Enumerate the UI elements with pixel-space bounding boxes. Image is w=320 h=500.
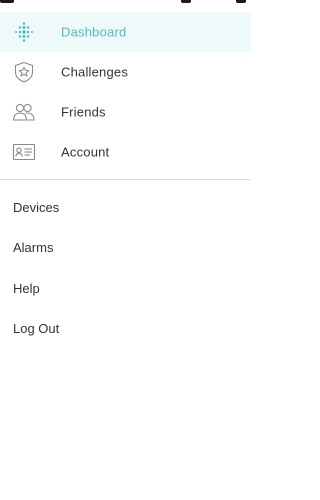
nav-item-label: Challenges (61, 64, 129, 80)
nav-item-challenges[interactable]: Challenges (0, 52, 251, 92)
friends-icon (12, 101, 36, 123)
status-bar-glyph-mid (181, 0, 191, 3)
menu-item-alarms[interactable]: Alarms (0, 228, 251, 269)
fitbit-dots-icon (12, 21, 36, 43)
nav-item-dashboard[interactable]: Dashboard (0, 12, 251, 52)
id-card-icon (12, 141, 36, 163)
nav-item-friends[interactable]: Friends (0, 92, 251, 132)
menu-item-log-out[interactable]: Log Out (0, 309, 251, 350)
star-shield-icon (12, 61, 36, 83)
status-bar-edge (0, 0, 251, 3)
menu-item-devices[interactable]: Devices (0, 187, 251, 228)
main-nav: Dashboard Challenges Friends Account (0, 12, 251, 180)
menu-item-help[interactable]: Help (0, 268, 251, 309)
nav-item-label: Dashboard (61, 24, 127, 40)
secondary-nav: Devices Alarms Help Log Out (0, 187, 251, 349)
nav-item-account[interactable]: Account (0, 132, 251, 172)
nav-item-label: Account (61, 144, 110, 160)
status-bar-glyph-right (236, 0, 246, 3)
nav-item-label: Friends (61, 104, 106, 120)
status-bar-glyph-left (0, 0, 14, 3)
